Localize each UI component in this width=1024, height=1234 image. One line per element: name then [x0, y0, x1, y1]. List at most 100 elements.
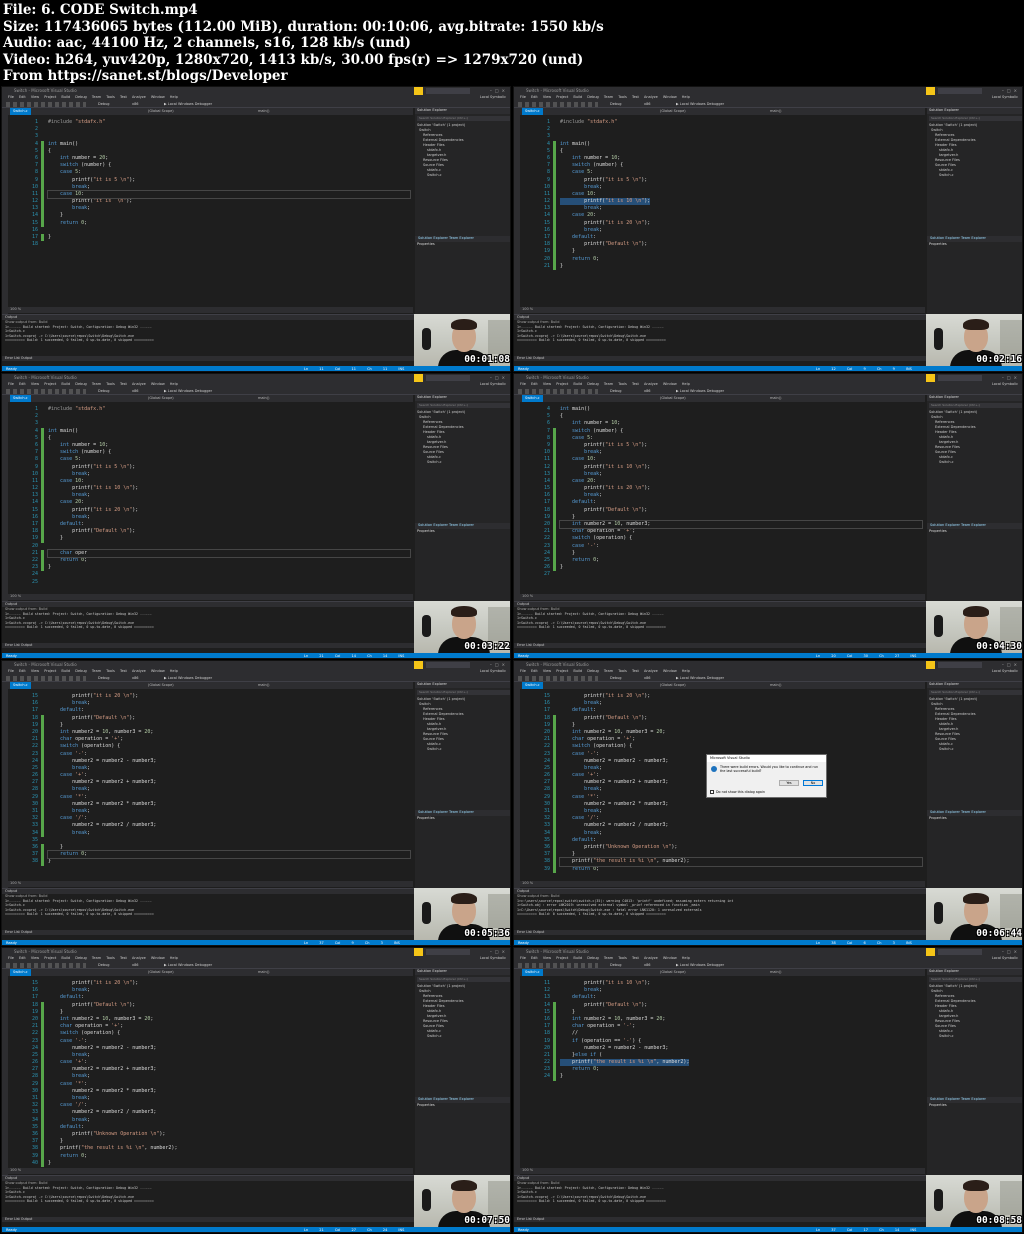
function-dropdown[interactable]: main()	[258, 396, 269, 400]
sign-in-label[interactable]: Local Symbolic	[480, 669, 506, 673]
quick-launch-input[interactable]	[938, 88, 982, 94]
start-debugger-button[interactable]: ▶ Local Windows Debugger	[164, 102, 212, 106]
code-line[interactable]: case 20:	[560, 212, 650, 219]
code-line[interactable]: printf("it is 10 \n");	[560, 980, 689, 987]
no-button[interactable]: No	[803, 780, 823, 786]
code-line[interactable]: printf("it is 20 \n");	[48, 693, 410, 700]
code-line[interactable]: #include "stdafx.h"	[560, 119, 650, 126]
platform-select[interactable]: x86	[644, 389, 651, 393]
code-line[interactable]: printf("it is 10 \n");	[48, 485, 410, 492]
solution-search-input[interactable]: Search Solution Explorer (Ctrl+;)	[417, 690, 510, 695]
code-editor[interactable]: 1 2 3 4 5 6 7 8 9 10 11 12 13 14 15 16 17 18 19 20 21 22 23 24 2…	[8, 402, 413, 594]
code-line[interactable]: break;	[48, 184, 410, 191]
code-line[interactable]: break;	[48, 1073, 177, 1080]
code-line[interactable]: }	[560, 248, 650, 255]
code-line[interactable]: char operation = '+';	[560, 528, 922, 535]
code-line[interactable]: case '/':	[48, 815, 410, 822]
code-line[interactable]: {	[48, 435, 410, 442]
menu-items[interactable]: File Edit View Project Build Debug Team …	[8, 669, 178, 673]
output-tabs[interactable]: Error List Output	[2, 1217, 414, 1222]
window-controls-icon[interactable]: –□×	[490, 949, 508, 954]
code-line[interactable]: int number = 10;	[48, 442, 410, 449]
code-line[interactable]: printf("Unknown Operation \n");	[48, 1131, 177, 1138]
code-line[interactable]: int number2 = 10, number3 = 20;	[48, 729, 410, 736]
code-line[interactable]: int main()	[48, 428, 410, 435]
code-editor[interactable]: 15 16 17 18 19 20 21 22 23 24 25 26 27 28 29 30 31 32 33 34…	[8, 689, 413, 881]
code-line[interactable]: case '/':	[560, 815, 922, 822]
code-line[interactable]: case 10:	[48, 478, 410, 485]
sign-in-label[interactable]: Local Symbolic	[480, 95, 506, 99]
code-line[interactable]: printf("Default \n");	[560, 241, 650, 248]
zoom-level[interactable]: 100 %	[10, 307, 21, 311]
code-line[interactable]: case 10:	[560, 191, 650, 198]
code-line[interactable]: printf("Default \n");	[560, 1002, 689, 1009]
tab-switch-c[interactable]: Switch.c	[522, 395, 543, 402]
start-debugger-button[interactable]: ▶ Local Windows Debugger	[676, 676, 724, 680]
code-line[interactable]: printf("the result is %i \n", number2);	[559, 857, 923, 867]
platform-select[interactable]: x86	[132, 102, 139, 106]
sign-in-label[interactable]: Local Symbolic	[992, 669, 1018, 673]
solution-search-input[interactable]: Search Solution Explorer (Ctrl+;)	[417, 977, 510, 982]
code-line[interactable]: printf("it is 5 \n");	[48, 464, 410, 471]
config-select[interactable]: Debug	[610, 389, 622, 393]
output-tabs[interactable]: Error List Output	[514, 643, 926, 648]
code-line[interactable]	[48, 420, 410, 427]
code-line[interactable]: char operation = '+';	[48, 736, 410, 743]
window-controls-icon[interactable]: –□×	[490, 662, 508, 667]
code-line[interactable]: printf("the result is %i \n", number2);	[560, 1059, 690, 1067]
toolbar-icons[interactable]	[6, 389, 86, 394]
scope-dropdown[interactable]: (Global Scope)	[660, 109, 686, 113]
code-line[interactable]: default:	[48, 1124, 177, 1131]
solution-search-input[interactable]: Search Solution Explorer (Ctrl+;)	[929, 690, 1022, 695]
code-line[interactable]: break;	[48, 808, 410, 815]
zoom-level[interactable]: 100 %	[10, 1168, 21, 1172]
code-line[interactable]: break;	[48, 786, 410, 793]
code-line[interactable]: char operation = '+';	[48, 1023, 177, 1030]
window-controls-icon[interactable]: –□×	[1002, 375, 1020, 380]
code-line[interactable]: break;	[48, 1117, 177, 1124]
code-line[interactable]: number2 = number2 / number3;	[560, 822, 922, 829]
code-line[interactable]: switch (operation) {	[48, 1030, 177, 1037]
menu-items[interactable]: File Edit View Project Build Debug Team …	[520, 956, 690, 960]
code-line[interactable]: break;	[560, 808, 922, 815]
config-select[interactable]: Debug	[610, 963, 622, 967]
code-line[interactable]: break;	[48, 830, 410, 837]
output-tabs[interactable]: Error List Output	[2, 930, 414, 935]
code-line[interactable]: char operation = '-';	[560, 1023, 689, 1030]
code-line[interactable]: case 10:	[560, 456, 922, 463]
code-line[interactable]: int number2 = 10, number3;	[559, 519, 923, 530]
code-line[interactable]: break;	[560, 492, 922, 499]
code-line[interactable]: }	[560, 564, 922, 571]
tree-item[interactable]: Switch.c	[927, 173, 1022, 178]
code-line[interactable]: default:	[560, 707, 922, 714]
code-line[interactable]: printf("it is 5 \n");	[560, 177, 650, 184]
code-line[interactable]: switch (operation) {	[560, 535, 922, 542]
code-line[interactable]: printf("Default \n");	[48, 528, 410, 535]
code-line[interactable]: break;	[48, 514, 410, 521]
start-debugger-button[interactable]: ▶ Local Windows Debugger	[164, 963, 212, 967]
code-line[interactable]: number2 = number2 - number3;	[48, 758, 410, 765]
code-line[interactable]: number2 = number2 + number3;	[48, 779, 410, 786]
start-debugger-button[interactable]: ▶ Local Windows Debugger	[676, 963, 724, 967]
code-line[interactable]: {	[560, 413, 922, 420]
code-line[interactable]	[48, 579, 410, 586]
window-controls-icon[interactable]: –□×	[1002, 88, 1020, 93]
code-line[interactable]: }	[48, 234, 410, 241]
config-select[interactable]: Debug	[98, 389, 110, 393]
code-line[interactable]: number2 = number2 * number3;	[48, 1088, 177, 1095]
solution-search-input[interactable]: Search Solution Explorer (Ctrl+;)	[417, 116, 510, 121]
toolbar-icons[interactable]	[518, 676, 598, 681]
code-line[interactable]: int main()	[560, 141, 650, 148]
menu-items[interactable]: File Edit View Project Build Debug Team …	[8, 95, 178, 99]
code-line[interactable]: int main()	[48, 141, 410, 148]
code-line[interactable]: case '+':	[48, 772, 410, 779]
zoom-level[interactable]: 100 %	[522, 881, 533, 885]
dont-show-checkbox[interactable]: Do not show this dialog again	[710, 790, 765, 794]
code-line[interactable]: break;	[560, 205, 650, 212]
start-debugger-button[interactable]: ▶ Local Windows Debugger	[676, 389, 724, 393]
code-line[interactable]: return 0;	[48, 220, 410, 227]
code-line[interactable]	[560, 126, 650, 133]
code-line[interactable]: switch (number) {	[560, 428, 922, 435]
quick-launch-input[interactable]	[426, 949, 470, 955]
output-tabs[interactable]: Error List Output	[514, 356, 926, 361]
